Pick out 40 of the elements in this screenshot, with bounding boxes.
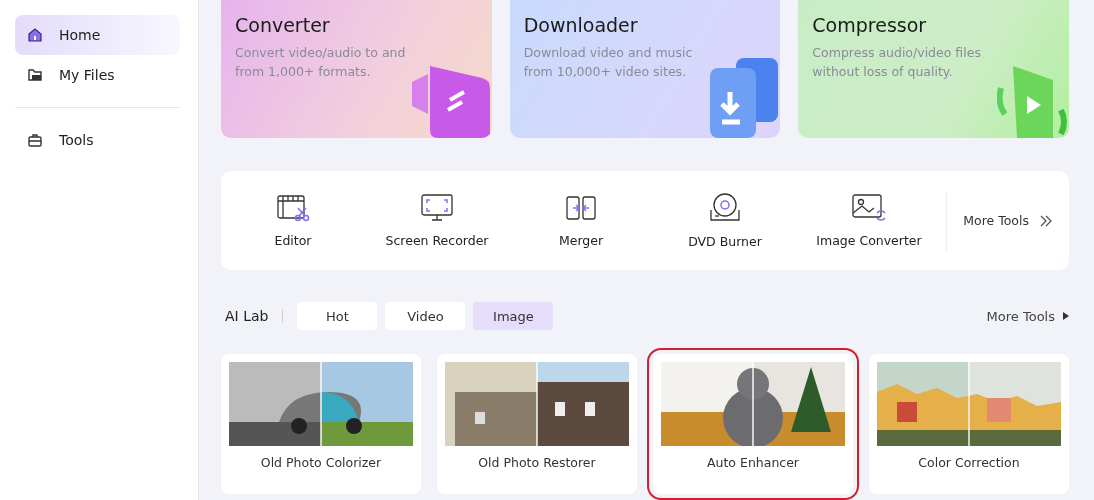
tool-label[interactable]: Editor <box>274 233 312 248</box>
tool-label[interactable]: DVD Burner <box>688 234 762 249</box>
merge-icon <box>564 193 598 223</box>
card-title: Compressor <box>812 14 928 36</box>
sidebar-item[interactable]: My Files <box>15 55 180 95</box>
feature-card[interactable]: Downloader Download video and music from 10,000+ video sites. <box>509 0 781 138</box>
sidebar-item[interactable]: Tools <box>15 120 180 160</box>
tool-label[interactable]: Screen Recorder <box>385 233 489 248</box>
tab[interactable]: Image <box>473 302 554 330</box>
card-label: Old Photo Colorizer <box>260 455 382 470</box>
card-title: Converter <box>235 14 331 36</box>
monitor-icon <box>420 193 454 223</box>
tool-label[interactable]: Image Converter <box>816 233 922 248</box>
chevron-right-icon <box>1063 312 1069 320</box>
double-chevron-icon <box>1039 213 1053 228</box>
image-convert-icon <box>851 193 887 223</box>
card-label: Auto Enhancer <box>707 455 799 470</box>
sidebar-item[interactable]: Home <box>15 15 180 55</box>
tab[interactable]: Video <box>385 302 466 330</box>
more-tools-link[interactable]: More Tools <box>963 213 1053 228</box>
card-label: Color Correction <box>918 455 1020 470</box>
section-title: AI Lab <box>224 308 269 324</box>
toolbox-icon <box>27 132 43 148</box>
ai-tool-card[interactable]: Old Photo Colorizer <box>221 354 421 494</box>
ai-tool-card[interactable]: Old Photo Restorer <box>437 354 637 494</box>
card-description: Convert video/audio to and from 1,000+ formats. <box>235 44 407 81</box>
card-label: Old Photo Restorer <box>478 455 596 470</box>
disc-drive-icon <box>708 192 742 224</box>
folder-icon <box>27 67 43 83</box>
feature-card[interactable]: Converter Convert video/audio to and from 1,000+ formats. <box>221 0 492 138</box>
home-icon <box>27 27 43 43</box>
tab[interactable]: Hot <box>297 302 378 330</box>
more-tools-link[interactable]: More Tools <box>986 308 1069 324</box>
film-scissors-icon <box>276 193 310 223</box>
card-title: Downloader <box>523 14 639 36</box>
tool-label[interactable]: Merger <box>558 233 604 248</box>
feature-card[interactable]: Compressor Compress audio/video files without loss of quality. <box>798 0 1069 138</box>
card-description: Compress audio/video files without loss of quality. <box>812 44 982 81</box>
card-description: Download video and music from 10,000+ video sites. <box>523 44 694 81</box>
ai-tool-card[interactable]: Color Correction <box>869 354 1069 494</box>
